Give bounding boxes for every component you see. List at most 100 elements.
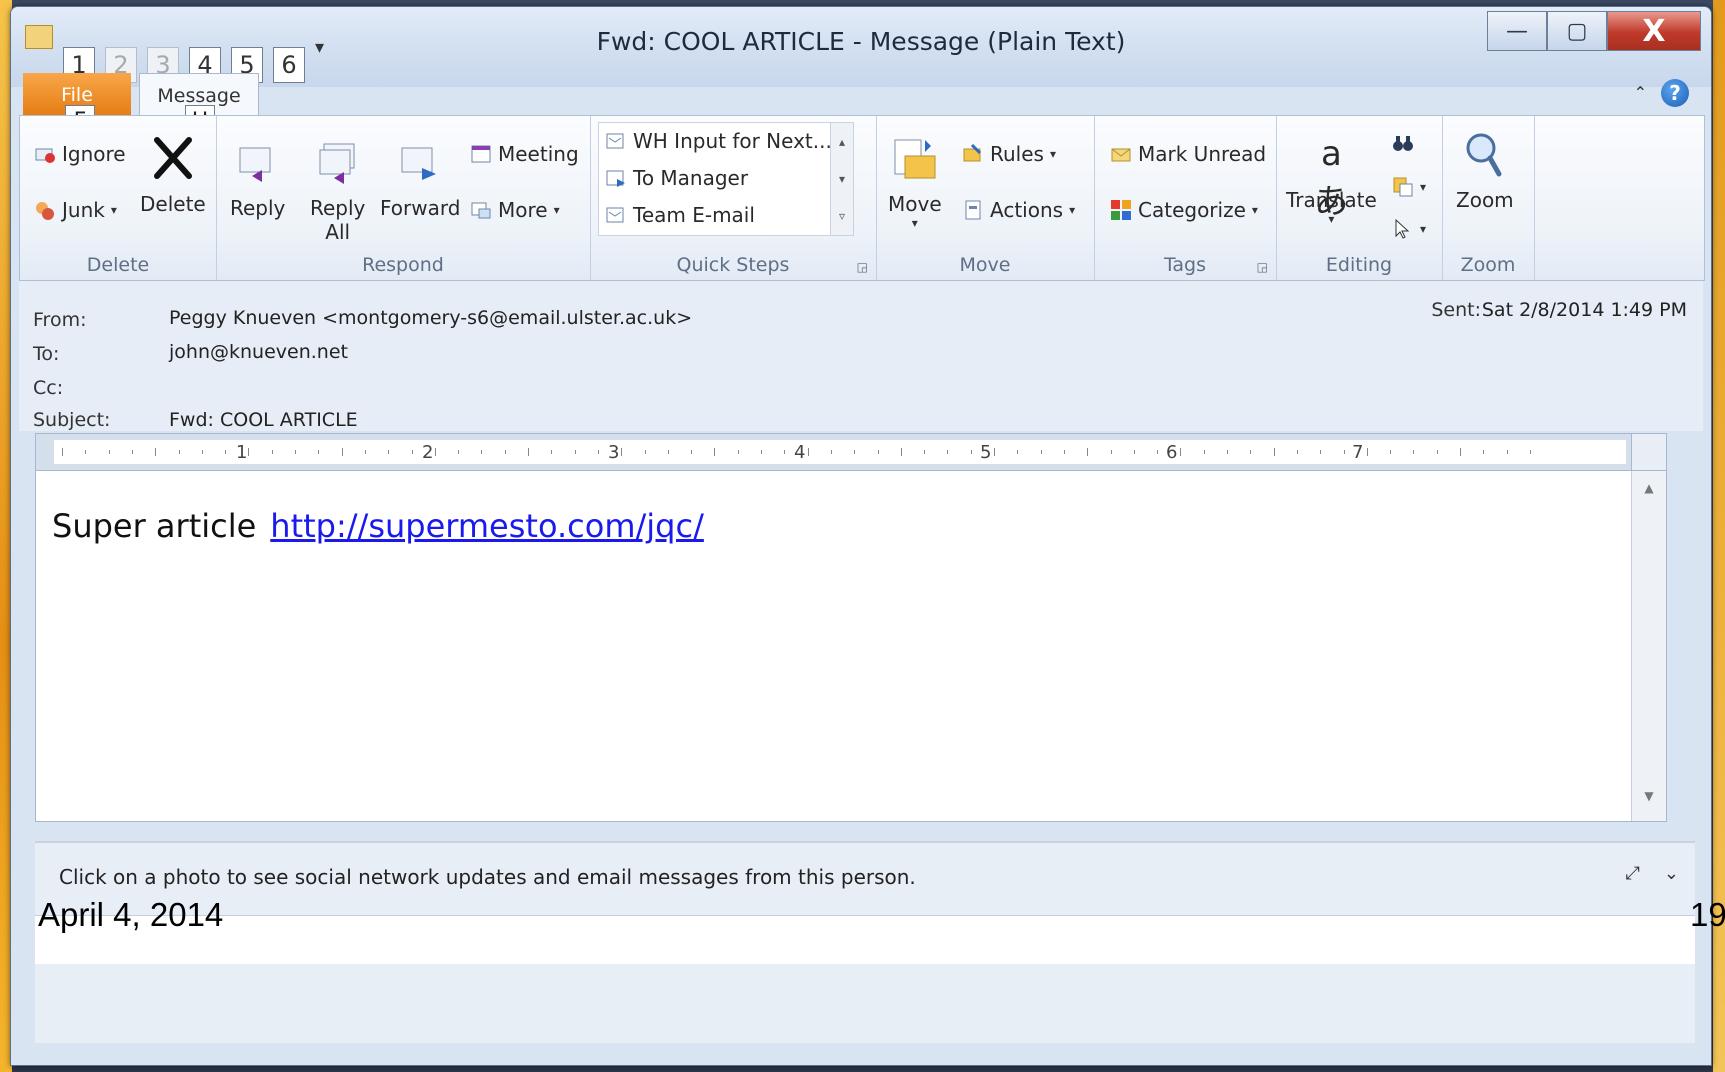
reply-all-icon xyxy=(319,143,355,184)
slide-number: 19 xyxy=(1690,896,1725,933)
ruler-tick xyxy=(458,450,460,454)
quick-steps-gallery: WH Input for Next... To Manager Team E-m… xyxy=(598,122,854,236)
minimize-button[interactable]: — xyxy=(1487,11,1547,51)
ruler-number: 3 xyxy=(608,442,620,463)
select-button[interactable]: ▾ xyxy=(1392,218,1426,240)
categorize-icon xyxy=(1111,200,1131,220)
mark-unread-button[interactable]: Mark Unread xyxy=(1110,142,1266,166)
quick-step-label: WH Input for Next... xyxy=(633,129,832,153)
collapse-ribbon-icon[interactable]: ⌃ xyxy=(1634,83,1647,102)
window-title: Fwd: COOL ARTICLE - Message (Plain Text) xyxy=(596,27,1126,56)
ruler-tick xyxy=(1506,450,1508,454)
reply-all-label-line2: All xyxy=(325,220,351,244)
quick-step-team-email[interactable]: Team E-mail xyxy=(605,203,755,227)
sent-label: Sent: xyxy=(1431,299,1481,321)
ruler-tick xyxy=(1296,450,1298,454)
forward-button[interactable]: Forward xyxy=(380,138,460,220)
meeting-button[interactable]: Meeting xyxy=(470,142,579,166)
ruler-tick xyxy=(621,448,623,456)
from-value[interactable]: Peggy Knueven <montgomery-s6@email.ulste… xyxy=(169,307,692,329)
maximize-button[interactable]: ▢ xyxy=(1547,11,1607,51)
calendar-icon xyxy=(471,145,491,163)
chevron-down-icon[interactable]: ⌄ xyxy=(1664,863,1679,884)
ruler-tick xyxy=(1529,450,1531,454)
ruler-tick xyxy=(1320,450,1322,454)
rules-button[interactable]: Rules ▾ xyxy=(962,142,1056,166)
categorize-button[interactable]: Categorize ▾ xyxy=(1110,198,1258,222)
ruler-tick xyxy=(1063,450,1065,454)
quick-steps-scrollbar[interactable]: ▴ ▾ ▿ xyxy=(830,123,853,235)
group-editing: aあ Translate ▾ ▾ ▾ Editing xyxy=(1276,116,1443,280)
ruler-tick xyxy=(271,450,273,454)
group-zoom: Zoom Zoom xyxy=(1442,116,1535,280)
view-ruler-icon[interactable] xyxy=(1631,434,1666,470)
scroll-up-icon[interactable]: ▴ xyxy=(839,135,845,149)
scroll-up-icon[interactable]: ▲ xyxy=(1638,481,1660,503)
move-button[interactable]: Move ▾ xyxy=(888,134,942,230)
actions-button[interactable]: Actions ▾ xyxy=(962,198,1075,222)
ruler-tick xyxy=(108,450,110,454)
ruler-tick xyxy=(1483,450,1485,454)
group-label-quick-steps: Quick Steps xyxy=(676,254,790,276)
zoom-label: Zoom xyxy=(1456,188,1514,212)
translate-button[interactable]: aあ Translate ▾ xyxy=(1286,130,1377,226)
more-button[interactable]: More ▾ xyxy=(470,198,560,222)
expand-gallery-icon[interactable]: ▿ xyxy=(839,209,845,223)
message-body[interactable]: Super article http://supermesto.com/jqc/ … xyxy=(35,470,1667,822)
scroll-down-icon[interactable]: ▾ xyxy=(839,172,845,186)
quick-step-label: Team E-mail xyxy=(633,203,755,227)
subject-value: Fwd: COOL ARTICLE xyxy=(169,409,358,431)
scroll-down-icon[interactable]: ▼ xyxy=(1638,789,1660,811)
ruler-tick xyxy=(691,450,693,454)
ruler-tick xyxy=(62,448,63,456)
delete-label: Delete xyxy=(140,192,206,216)
quick-step-icon xyxy=(606,207,624,223)
people-pane-controls: ⤢ ⌄ xyxy=(1626,863,1680,884)
mark-unread-label: Mark Unread xyxy=(1138,142,1267,166)
zoom-button[interactable]: Zoom xyxy=(1456,130,1514,212)
ruler-tick xyxy=(877,450,879,454)
ruler-tick xyxy=(318,450,320,454)
reply-all-label-line1: Reply xyxy=(310,196,366,220)
delete-button[interactable]: Delete xyxy=(140,134,206,216)
help-icon[interactable]: ? xyxy=(1661,79,1689,107)
to-value[interactable]: john@knueven.net xyxy=(169,341,348,363)
article-link[interactable]: http://supermesto.com/jqc/ xyxy=(270,507,704,545)
chevron-down-icon: ▾ xyxy=(1049,147,1056,161)
close-button[interactable]: X xyxy=(1607,11,1701,51)
ruler-tick xyxy=(411,450,413,454)
ruler-number: 5 xyxy=(980,442,992,463)
quick-step-icon xyxy=(606,133,624,149)
find-button[interactable] xyxy=(1392,132,1414,154)
reply-all-button[interactable]: Reply All xyxy=(310,138,365,244)
expand-icon[interactable]: ⤢ xyxy=(1626,863,1640,884)
ruler-number: 7 xyxy=(1352,442,1364,463)
ruler-tick xyxy=(1343,450,1345,454)
ribbon: Ignore Junk ▾ Delete Delete Reply Reply xyxy=(19,115,1705,281)
reply-button[interactable]: Reply xyxy=(230,138,285,220)
quick-step-to-manager[interactable]: To Manager xyxy=(605,166,748,190)
ruler-tick xyxy=(947,450,949,454)
ignore-label: Ignore xyxy=(62,142,126,166)
group-label-editing: Editing xyxy=(1325,254,1393,276)
group-tags: Mark Unread Categorize ▾ ◲ Tags xyxy=(1094,116,1277,280)
quick-step-wh-input[interactable]: WH Input for Next... xyxy=(605,129,832,153)
ruler-tick xyxy=(1436,450,1438,454)
chevron-down-icon: ▾ xyxy=(1251,203,1258,217)
ruler-tick xyxy=(1087,448,1089,456)
body-scrollbar[interactable]: ▲ ▼ xyxy=(1631,471,1666,821)
ruler-tick xyxy=(761,450,762,454)
forward-label: Forward xyxy=(380,196,461,220)
translate-label: Translate xyxy=(1286,188,1377,212)
ruler[interactable]: 1 2 3 4 5 6 7 xyxy=(35,433,1667,471)
group-label-move: Move xyxy=(959,254,1011,276)
junk-button[interactable]: Junk ▾ xyxy=(34,198,117,222)
related-button[interactable]: ▾ xyxy=(1392,176,1426,198)
ruler-tick xyxy=(714,448,716,456)
group-label-zoom: Zoom xyxy=(1460,254,1516,276)
ruler-tick xyxy=(924,450,926,454)
ignore-button[interactable]: Ignore xyxy=(34,142,126,166)
window-controls: — ▢ X xyxy=(1487,11,1701,51)
ruler-scale: 1 2 3 4 5 6 7 xyxy=(54,440,1626,464)
ruler-tick xyxy=(434,448,436,456)
